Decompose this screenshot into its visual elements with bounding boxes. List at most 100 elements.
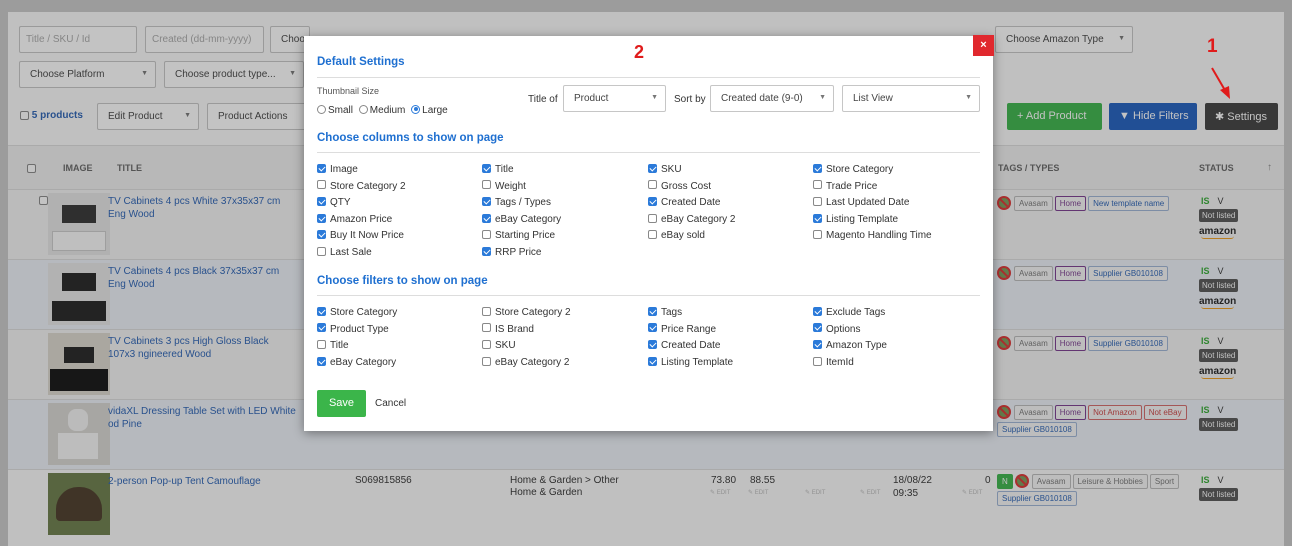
- filters-checkbox[interactable]: [482, 340, 491, 350]
- columns-option-label: Gross Cost: [661, 180, 712, 192]
- filters-option[interactable]: IS Brand: [482, 323, 534, 335]
- filters-checkbox[interactable]: [648, 323, 657, 333]
- filters-checkbox[interactable]: [317, 323, 326, 333]
- radio-medium[interactable]: [358, 104, 368, 114]
- columns-option[interactable]: Created Date: [648, 197, 720, 208]
- radio-small[interactable]: [317, 104, 326, 114]
- columns-option[interactable]: Image: [317, 163, 358, 175]
- columns-option[interactable]: QTY: [317, 197, 351, 208]
- filters-option-label: Amazon Type: [826, 340, 887, 352]
- columns-option[interactable]: RRP Price: [482, 246, 542, 258]
- annotation-number: 2: [634, 42, 645, 62]
- columns-option[interactable]: Gross Cost: [648, 180, 712, 192]
- columns-option[interactable]: eBay Category: [482, 213, 561, 225]
- columns-option[interactable]: Buy It Now Price: [317, 230, 404, 241]
- thumb-option-medium[interactable]: Medium: [358, 104, 405, 116]
- columns-checkbox[interactable]: [648, 230, 657, 240]
- columns-option-label: Weight: [495, 180, 526, 192]
- filters-checkbox[interactable]: [482, 356, 491, 366]
- columns-option[interactable]: Listing Template: [813, 213, 898, 225]
- view-select[interactable]: List View ▼: [842, 85, 980, 112]
- columns-checkbox[interactable]: [648, 180, 657, 190]
- columns-checkbox[interactable]: [648, 213, 657, 223]
- filters-checkbox[interactable]: [317, 306, 326, 316]
- columns-checkbox[interactable]: [813, 230, 822, 240]
- filters-option[interactable]: eBay Category: [317, 356, 396, 368]
- columns-option[interactable]: Store Category: [813, 163, 893, 175]
- filters-option[interactable]: Exclude Tags: [813, 306, 885, 318]
- columns-option[interactable]: Store Category 2: [317, 180, 406, 192]
- columns-option[interactable]: Last Updated Date: [813, 197, 909, 208]
- filters-option[interactable]: Tags: [648, 306, 682, 318]
- filters-option-label: eBay Category 2: [495, 356, 570, 368]
- columns-option[interactable]: eBay sold: [648, 230, 705, 241]
- title-of-select[interactable]: Product ▼: [563, 85, 666, 112]
- columns-option[interactable]: SKU: [648, 163, 682, 175]
- filters-option[interactable]: ItemId: [813, 356, 854, 368]
- sort-by-select[interactable]: Created date (9-0) ▼: [710, 85, 834, 112]
- close-button[interactable]: ×: [973, 35, 994, 56]
- columns-checkbox[interactable]: [813, 213, 822, 223]
- filters-checkbox[interactable]: [317, 340, 326, 350]
- columns-option[interactable]: Tags / Types: [482, 197, 551, 208]
- filters-option-label: IS Brand: [495, 323, 534, 335]
- columns-option[interactable]: Magento Handling Time: [813, 230, 932, 241]
- filters-checkbox[interactable]: [648, 356, 657, 366]
- columns-checkbox[interactable]: [482, 163, 491, 173]
- filters-option[interactable]: Options: [813, 323, 860, 335]
- filters-option[interactable]: Listing Template: [648, 356, 734, 368]
- columns-checkbox[interactable]: [317, 180, 326, 190]
- thumb-option-large[interactable]: Large: [411, 104, 448, 116]
- columns-checkbox[interactable]: [317, 163, 326, 173]
- filters-option-label: Product Type: [330, 323, 389, 335]
- filters-checkbox[interactable]: [813, 306, 822, 316]
- columns-checkbox[interactable]: [813, 180, 822, 190]
- columns-checkbox[interactable]: [317, 197, 326, 207]
- columns-checkbox[interactable]: [482, 213, 491, 223]
- columns-option[interactable]: Starting Price: [482, 230, 555, 241]
- filters-option[interactable]: Store Category: [317, 306, 397, 318]
- columns-option[interactable]: Title: [482, 163, 514, 175]
- columns-checkbox[interactable]: [317, 230, 326, 240]
- columns-option-label: Last Updated Date: [826, 197, 910, 209]
- columns-option-label: Title: [495, 164, 514, 175]
- filters-option[interactable]: Created Date: [648, 340, 720, 351]
- radio-large[interactable]: [411, 104, 421, 114]
- columns-checkbox[interactable]: [648, 163, 657, 173]
- filters-option[interactable]: eBay Category 2: [482, 356, 570, 368]
- columns-checkbox[interactable]: [482, 197, 491, 207]
- modal-title: Default Settings: [317, 56, 405, 68]
- filters-checkbox[interactable]: [813, 356, 822, 366]
- columns-checkbox[interactable]: [317, 246, 326, 256]
- filters-option[interactable]: Title: [317, 340, 349, 351]
- filters-checkbox[interactable]: [482, 323, 491, 333]
- columns-option[interactable]: eBay Category 2: [648, 213, 736, 225]
- filters-option[interactable]: Price Range: [648, 323, 716, 335]
- filters-option[interactable]: Store Category 2: [482, 306, 571, 318]
- columns-option[interactable]: Weight: [482, 180, 526, 192]
- filters-option[interactable]: SKU: [482, 340, 516, 351]
- columns-checkbox[interactable]: [317, 213, 326, 223]
- filters-option[interactable]: Amazon Type: [813, 340, 887, 351]
- columns-option-label: eBay sold: [661, 230, 705, 242]
- filters-option[interactable]: Product Type: [317, 323, 389, 335]
- columns-checkbox[interactable]: [648, 197, 657, 207]
- columns-checkbox[interactable]: [482, 180, 491, 190]
- columns-option[interactable]: Last Sale: [317, 246, 372, 258]
- columns-option[interactable]: Amazon Price: [317, 213, 392, 225]
- cancel-button[interactable]: Cancel: [375, 398, 406, 409]
- columns-option[interactable]: Trade Price: [813, 180, 877, 192]
- columns-checkbox[interactable]: [813, 163, 822, 173]
- thumb-option-small[interactable]: Small: [317, 104, 353, 116]
- filters-checkbox[interactable]: [317, 356, 326, 366]
- columns-checkbox[interactable]: [482, 246, 491, 256]
- filters-checkbox[interactable]: [482, 306, 491, 316]
- filters-option-label: Listing Template: [661, 356, 734, 368]
- columns-checkbox[interactable]: [813, 197, 822, 207]
- filters-checkbox[interactable]: [648, 306, 657, 316]
- filters-checkbox[interactable]: [813, 323, 822, 333]
- filters-checkbox[interactable]: [813, 340, 822, 350]
- save-button[interactable]: Save: [317, 390, 366, 417]
- filters-checkbox[interactable]: [648, 340, 657, 350]
- columns-checkbox[interactable]: [482, 230, 491, 240]
